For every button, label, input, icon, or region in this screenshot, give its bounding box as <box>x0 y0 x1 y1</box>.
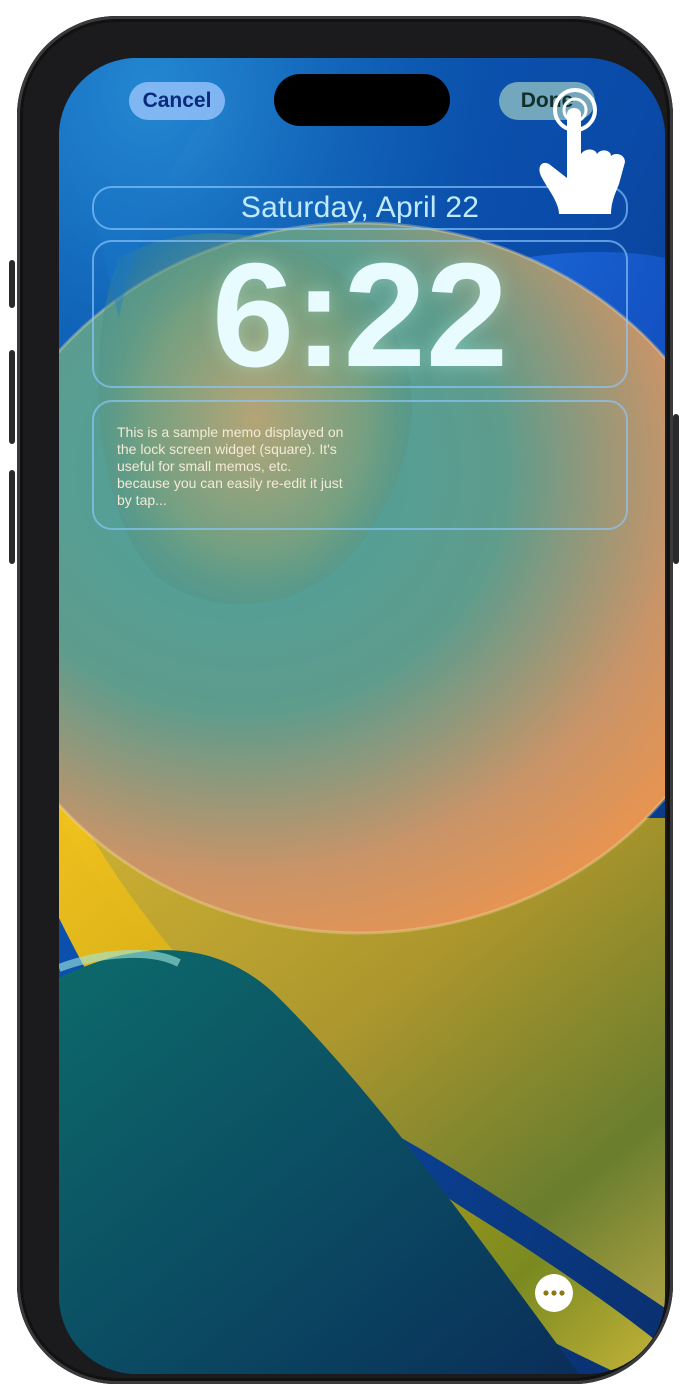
memo-widget-area[interactable]: This is a sample memo displayed on the l… <box>92 400 628 530</box>
lock-screen: Cancel Done Saturday, April 22 6:22 This… <box>59 58 665 1374</box>
phone-frame: Cancel Done Saturday, April 22 6:22 This… <box>9 16 679 1384</box>
cancel-button[interactable]: Cancel <box>129 82 225 120</box>
volume-up-button <box>9 350 15 444</box>
time-label: 6:22 <box>211 233 509 398</box>
action-button <box>9 260 15 308</box>
ellipsis-icon <box>543 1290 565 1296</box>
volume-down-button <box>9 470 15 564</box>
clock-widget[interactable]: 6:22 <box>92 233 628 398</box>
memo-widget-text[interactable]: This is a sample memo displayed on the l… <box>117 424 347 509</box>
dynamic-island <box>274 74 450 126</box>
more-options-button[interactable] <box>535 1274 573 1312</box>
tap-hand-icon <box>539 88 625 214</box>
power-button <box>673 414 679 564</box>
date-label: Saturday, April 22 <box>240 191 480 224</box>
